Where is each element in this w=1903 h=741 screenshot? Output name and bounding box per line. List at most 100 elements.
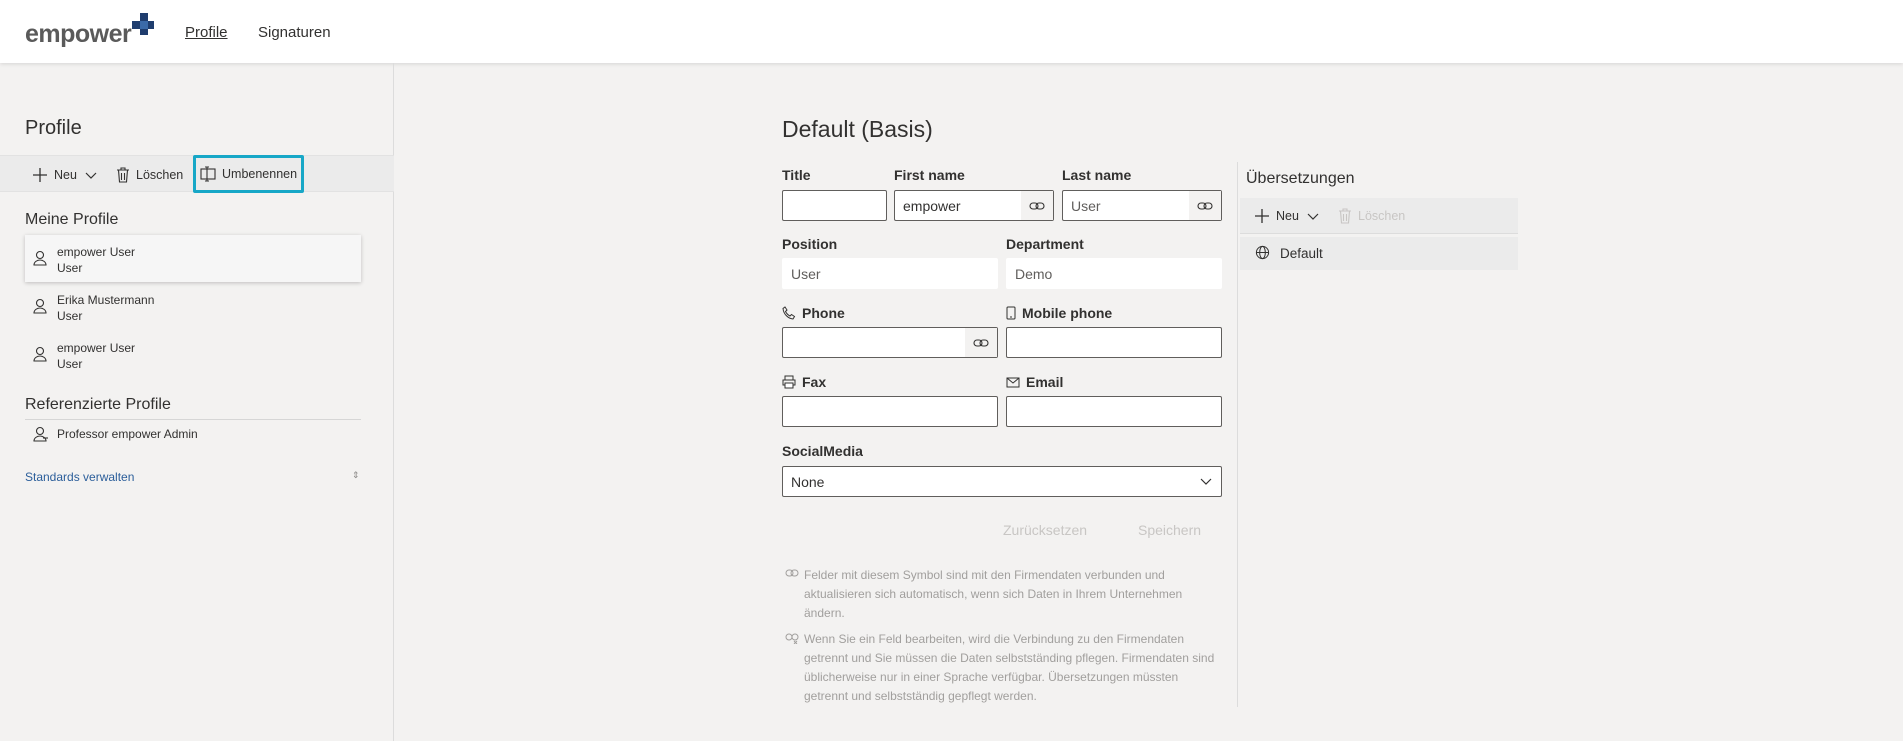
translations-command-bar: Neu Löschen: [1240, 198, 1518, 234]
company-link-button[interactable]: [1189, 191, 1221, 220]
social-media-select[interactable]: None: [782, 466, 1222, 497]
link-hint-text: Felder mit diesem Symbol sind mit den Fi…: [804, 568, 1183, 620]
sort-icon[interactable]: ⇕: [352, 470, 360, 481]
email-field[interactable]: [1006, 396, 1222, 427]
profile-item[interactable]: empower User User: [25, 235, 361, 282]
profile-name: empower User: [57, 341, 136, 355]
person-icon: [33, 250, 47, 266]
title-field[interactable]: [782, 190, 887, 221]
delete-profile-button[interactable]: Löschen: [116, 156, 183, 193]
broken-link-icon: [785, 633, 799, 644]
social-media-value: None: [791, 474, 825, 490]
new-translation-label: Neu: [1276, 209, 1299, 223]
referenced-profile-item[interactable]: Professor empower Admin: [25, 423, 361, 447]
social-media-label: SocialMedia: [782, 443, 863, 459]
profile-role: User: [57, 309, 83, 323]
phone-label: Phone: [782, 305, 845, 321]
link-icon: [1197, 201, 1213, 210]
manage-defaults-link[interactable]: Standards verwalten: [25, 470, 134, 484]
logo-mark-icon: [132, 13, 154, 35]
fax-label: Fax: [782, 374, 826, 390]
profile-item[interactable]: empower User User: [25, 331, 361, 378]
phone-icon: [782, 306, 796, 320]
mobile-phone-field[interactable]: [1006, 327, 1222, 358]
delete-label: Löschen: [136, 167, 184, 182]
company-link-button[interactable]: [1021, 191, 1053, 220]
plus-icon: [1255, 209, 1269, 223]
profile-title: Default (Basis): [782, 116, 933, 142]
sidebar-title: Profile: [25, 117, 82, 139]
profile-role: User: [57, 357, 83, 371]
position-field[interactable]: User: [782, 258, 998, 289]
link-hint: Felder mit diesem Symbol sind mit den Fi…: [785, 566, 1225, 626]
profile-name: empower User: [57, 245, 136, 259]
link-icon: [973, 338, 989, 347]
position-value: User: [791, 266, 821, 282]
rename-label: Umbenennen: [222, 167, 298, 181]
new-translation-button[interactable]: Neu: [1254, 198, 1325, 234]
profiles-sidebar: Profile Neu Löschen Umbenennen Meine Pro…: [0, 63, 394, 741]
first-name-label: First name: [894, 167, 965, 183]
person-icon: [33, 298, 47, 314]
nav-signaturen[interactable]: Signaturen: [258, 24, 331, 41]
trash-icon: [1339, 208, 1351, 224]
new-profile-button[interactable]: Neu: [32, 156, 103, 193]
rename-profile-button[interactable]: Umbenennen: [193, 155, 305, 193]
plus-icon: [33, 167, 47, 182]
referenced-profile-name: Professor empower Admin: [57, 427, 198, 441]
fax-field[interactable]: [782, 396, 998, 427]
first-name-field[interactable]: empower: [894, 190, 1054, 221]
reset-button[interactable]: Zurücksetzen: [1003, 522, 1087, 538]
nav-profile[interactable]: Profile: [185, 24, 228, 41]
last-name-label: Last name: [1062, 167, 1132, 183]
mobile-label-text: Mobile phone: [1022, 305, 1113, 321]
linked-person-icon: [33, 426, 48, 442]
delete-translation-label: Löschen: [1358, 209, 1406, 223]
delete-translation-button[interactable]: Löschen: [1338, 198, 1405, 234]
chevron-down-icon: [85, 172, 97, 179]
mobile-phone-icon: [1006, 306, 1016, 320]
save-button[interactable]: Speichern: [1138, 522, 1201, 538]
profile-item[interactable]: Erika Mustermann User: [25, 283, 361, 330]
first-name-value: empower: [903, 198, 961, 214]
phone-label-text: Phone: [802, 305, 845, 321]
department-field[interactable]: Demo: [1006, 258, 1222, 289]
profile-name: Erika Mustermann: [57, 293, 155, 307]
department-value: Demo: [1015, 266, 1053, 282]
printer-icon: [782, 375, 796, 389]
referenced-profiles-heading: Referenzierte Profile: [25, 396, 171, 413]
new-label: Neu: [54, 167, 77, 182]
chevron-down-icon: [1307, 213, 1319, 220]
link-icon: [1029, 201, 1045, 210]
fax-label-text: Fax: [802, 374, 827, 390]
department-label: Department: [1006, 236, 1084, 252]
unlink-hint: Wenn Sie ein Feld bearbeiten, wird die V…: [785, 630, 1225, 710]
profile-role: User: [57, 261, 83, 275]
chevron-down-icon: [1200, 478, 1212, 485]
last-name-value: User: [1071, 198, 1101, 214]
translation-item[interactable]: Default: [1240, 237, 1518, 270]
company-link-button[interactable]: [965, 328, 997, 357]
mobile-label: Mobile phone: [1006, 305, 1112, 321]
email-label-text: Email: [1026, 374, 1064, 390]
position-label: Position: [782, 236, 838, 252]
mail-icon: [1006, 377, 1020, 387]
rename-icon: [200, 166, 216, 182]
link-icon: [785, 569, 799, 577]
last-name-field[interactable]: User: [1062, 190, 1222, 221]
globe-icon: [1255, 245, 1270, 260]
my-profiles-heading: Meine Profile: [25, 211, 119, 228]
translations-heading: Übersetzungen: [1246, 170, 1355, 187]
person-icon: [33, 346, 47, 362]
unlink-hint-text: Wenn Sie ein Feld bearbeiten, wird die V…: [804, 632, 1215, 703]
profiles-command-bar: Neu Löschen Umbenennen: [0, 155, 394, 193]
translation-label: Default: [1280, 246, 1323, 261]
translations-divider: [1237, 162, 1238, 707]
phone-field[interactable]: [782, 327, 998, 358]
email-label: Email: [1006, 374, 1063, 390]
trash-icon: [117, 166, 129, 183]
title-label: Title: [782, 167, 811, 183]
top-header: empower Profile Signaturen: [0, 0, 1903, 63]
section-divider: [25, 419, 361, 420]
app-logo[interactable]: empower: [25, 20, 132, 49]
